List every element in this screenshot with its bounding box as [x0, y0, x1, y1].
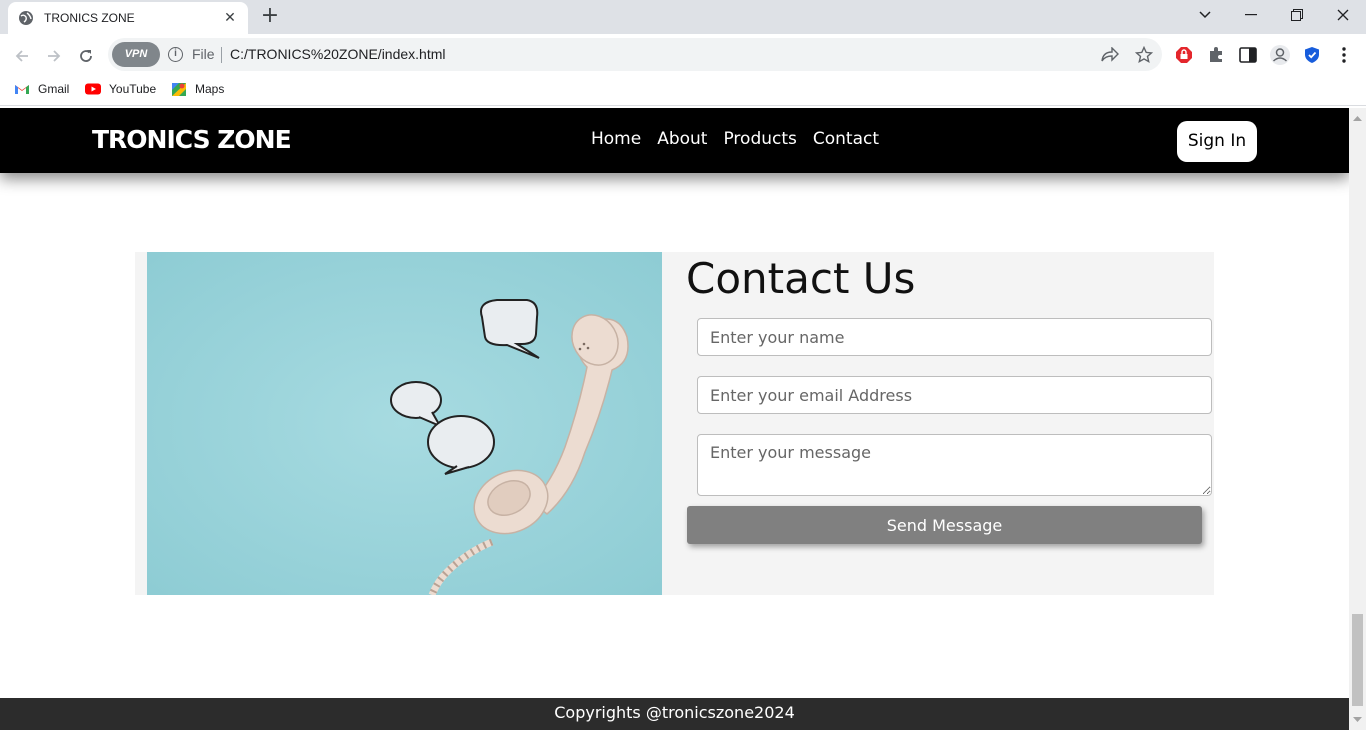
email-input[interactable]	[697, 376, 1212, 414]
bookmark-label: Maps	[195, 82, 225, 96]
more-menu-icon[interactable]	[1333, 44, 1355, 66]
bookmark-star-icon[interactable]	[1134, 45, 1154, 65]
url-divider	[221, 47, 222, 63]
page-scrollbar[interactable]	[1349, 108, 1366, 730]
globe-icon	[19, 11, 33, 25]
maps-icon	[172, 83, 186, 96]
nav-link-home[interactable]: Home	[591, 129, 641, 149]
side-panel-icon[interactable]	[1237, 44, 1259, 66]
scroll-up-icon[interactable]	[1353, 114, 1362, 123]
extensions-puzzle-icon[interactable]	[1205, 44, 1227, 66]
adblock-extension-icon[interactable]	[1173, 44, 1195, 66]
bookmark-label: YouTube	[109, 82, 157, 96]
scroll-down-icon[interactable]	[1353, 715, 1362, 724]
vpn-badge[interactable]: VPN	[112, 42, 160, 67]
back-icon[interactable]	[8, 42, 36, 70]
nav-link-contact[interactable]: Contact	[813, 129, 879, 149]
restore-icon[interactable]	[1274, 0, 1320, 30]
profile-avatar-icon[interactable]	[1269, 44, 1291, 66]
page-viewport: TRONICS ZONE Home About Products Contact…	[0, 108, 1349, 730]
youtube-icon	[85, 83, 101, 95]
new-tab-icon[interactable]: +	[258, 5, 282, 29]
sign-in-button[interactable]: Sign In	[1177, 121, 1257, 162]
url-text[interactable]: C:/TRONICS%20ZONE/index.html	[230, 46, 446, 62]
telephone-illustration	[147, 252, 662, 595]
browser-toolbar: VPN i File C:/TRONICS%20ZONE/index.html	[0, 34, 1366, 76]
main-menu: Home About Products Contact	[591, 129, 879, 149]
browser-tab-strip: TRONICS ZONE ✕ +	[0, 0, 1366, 34]
site-footer: Copyrights @tronicszone2024	[0, 698, 1349, 730]
site-logo[interactable]: TRONICS ZONE	[92, 125, 292, 154]
contact-section: Contact Us Send Message	[135, 252, 1214, 595]
nav-link-products[interactable]: Products	[723, 129, 796, 149]
minimize-icon[interactable]	[1228, 0, 1274, 30]
bookmark-label: Gmail	[38, 82, 70, 96]
forward-icon[interactable]	[40, 42, 68, 70]
info-icon[interactable]: i	[168, 47, 183, 62]
copyright-text: Copyrights @tronicszone2024	[554, 703, 795, 722]
browser-tab[interactable]: TRONICS ZONE ✕	[8, 2, 248, 34]
bitwarden-shield-icon[interactable]	[1301, 44, 1323, 66]
reload-icon[interactable]	[72, 42, 100, 70]
scrollbar-thumb[interactable]	[1352, 614, 1363, 706]
close-tab-icon[interactable]: ✕	[222, 10, 238, 26]
tab-title: TRONICS ZONE	[44, 11, 135, 25]
nav-link-about[interactable]: About	[657, 129, 707, 149]
send-message-button[interactable]: Send Message	[687, 506, 1202, 544]
bookmarks-bar: Gmail YouTube Maps	[0, 76, 1366, 106]
bookmark-youtube[interactable]: YouTube	[85, 81, 156, 97]
address-bar[interactable]: VPN i File C:/TRONICS%20ZONE/index.html	[108, 38, 1162, 71]
name-input[interactable]	[697, 318, 1212, 356]
contact-title: Contact Us	[686, 254, 916, 303]
share-icon[interactable]	[1100, 45, 1120, 65]
site-navbar: TRONICS ZONE Home About Products Contact…	[0, 108, 1349, 173]
close-window-icon[interactable]	[1320, 0, 1366, 30]
tab-search-icon[interactable]	[1182, 0, 1228, 30]
message-textarea[interactable]	[697, 434, 1212, 496]
telephone-photo	[147, 252, 662, 595]
url-scheme-label: File	[192, 46, 215, 62]
bookmark-gmail[interactable]: Gmail	[14, 81, 69, 97]
bookmark-maps[interactable]: Maps	[171, 81, 224, 97]
gmail-icon	[15, 85, 29, 94]
